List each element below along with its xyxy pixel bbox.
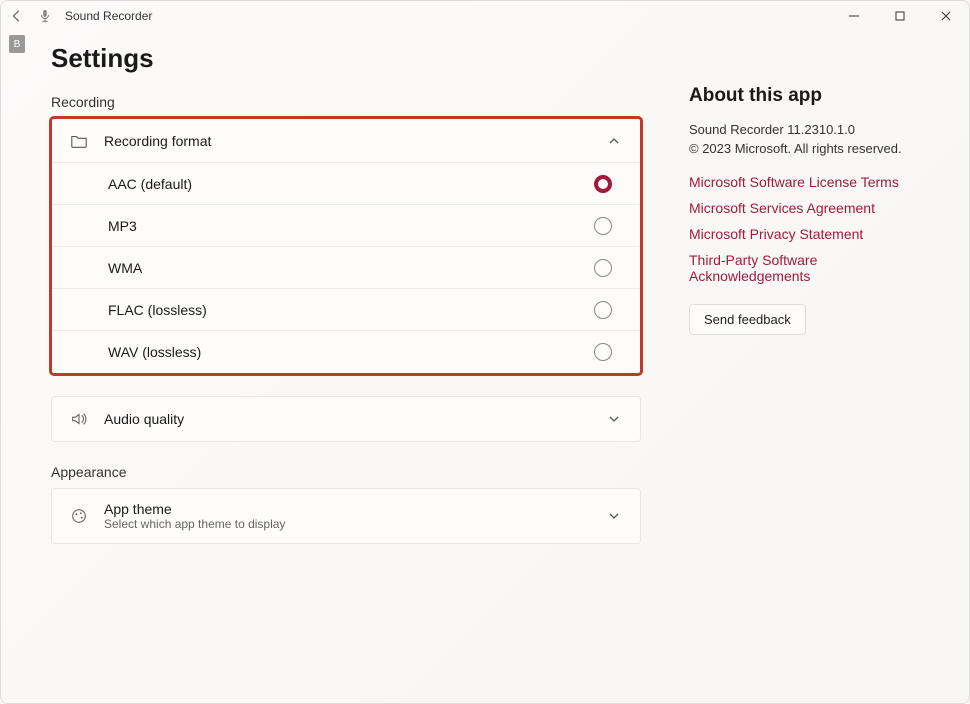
chevron-up-icon	[606, 133, 622, 149]
format-option-label: FLAC (lossless)	[108, 302, 594, 318]
maximize-button[interactable]	[877, 1, 923, 31]
recording-format-label: Recording format	[104, 133, 590, 149]
app-theme-card[interactable]: App theme Select which app theme to disp…	[51, 488, 641, 544]
chevron-down-icon	[606, 411, 622, 427]
section-label-appearance: Appearance	[51, 464, 641, 480]
close-button[interactable]	[923, 1, 969, 31]
folder-icon	[70, 132, 88, 150]
format-option-label: AAC (default)	[108, 176, 594, 192]
format-option-label: WAV (lossless)	[108, 344, 594, 360]
minimize-button[interactable]	[831, 1, 877, 31]
format-option-flac[interactable]: FLAC (lossless)	[52, 289, 640, 331]
about-version: Sound Recorder 11.2310.1.0	[689, 121, 939, 139]
format-option-mp3[interactable]: MP3	[52, 205, 640, 247]
radio-selected-icon	[594, 175, 612, 193]
about-copyright: © 2023 Microsoft. All rights reserved.	[689, 141, 939, 156]
link-services[interactable]: Microsoft Services Agreement	[689, 200, 939, 216]
audio-quality-label: Audio quality	[104, 411, 590, 427]
format-option-wma[interactable]: WMA	[52, 247, 640, 289]
link-thirdparty[interactable]: Third-Party Software Acknowledgements	[689, 252, 939, 284]
radio-icon	[594, 259, 612, 277]
speaker-icon	[70, 410, 88, 428]
side-tab[interactable]: B	[9, 35, 25, 53]
app-icon	[37, 8, 53, 24]
titlebar: Sound Recorder	[1, 1, 969, 31]
chevron-down-icon	[606, 508, 622, 524]
back-button[interactable]	[9, 8, 25, 24]
format-option-label: WMA	[108, 260, 594, 276]
send-feedback-button[interactable]: Send feedback	[689, 304, 806, 335]
section-label-recording: Recording	[51, 94, 641, 110]
radio-icon	[594, 343, 612, 361]
about-heading: About this app	[689, 85, 939, 107]
format-option-aac[interactable]: AAC (default)	[52, 163, 640, 205]
app-theme-subtitle: Select which app theme to display	[104, 517, 590, 531]
link-license[interactable]: Microsoft Software License Terms	[689, 174, 939, 190]
app-title: Sound Recorder	[65, 9, 152, 23]
radio-icon	[594, 217, 612, 235]
palette-icon	[70, 507, 88, 525]
audio-quality-card[interactable]: Audio quality	[51, 396, 641, 442]
recording-format-card: Recording format AAC (default) MP3 WMA F…	[51, 118, 641, 374]
radio-icon	[594, 301, 612, 319]
about-panel: About this app Sound Recorder 11.2310.1.…	[689, 43, 939, 566]
format-option-wav[interactable]: WAV (lossless)	[52, 331, 640, 373]
page-title: Settings	[51, 43, 641, 74]
app-theme-title: App theme	[104, 501, 590, 517]
recording-format-header[interactable]: Recording format	[52, 119, 640, 163]
format-option-label: MP3	[108, 218, 594, 234]
link-privacy[interactable]: Microsoft Privacy Statement	[689, 226, 939, 242]
